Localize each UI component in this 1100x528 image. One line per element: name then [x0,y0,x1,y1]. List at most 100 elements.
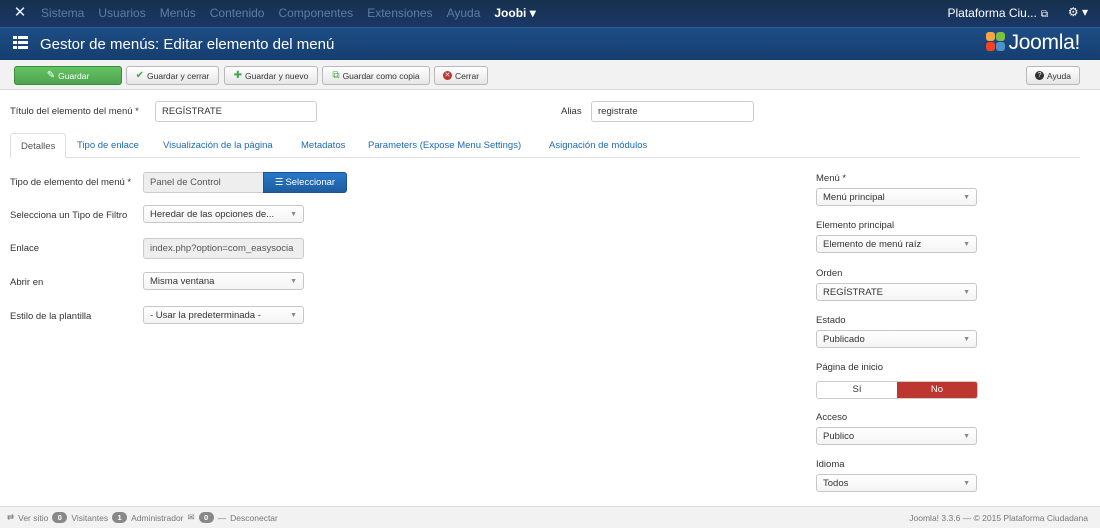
joomla-x-icon[interactable]: ✕ [12,5,28,21]
open-in-select[interactable]: Misma ventana ▼ [143,272,304,290]
title-input[interactable]: REGÍSTRATE [155,101,317,122]
chevron-down-icon: ▼ [290,312,297,319]
chevron-down-icon: ▼ [963,433,970,440]
minus-icon: — [217,512,227,523]
menu-item-componentes[interactable]: Componentes [278,6,353,20]
order-label: Orden [816,268,843,279]
menu-item-usuarios[interactable]: Usuarios [98,6,145,20]
list-icon [13,36,28,50]
page-header: Gestor de menús: Editar elemento del men… [0,27,1100,60]
language-select[interactable]: Todos ▼ [816,474,977,492]
link-field: index.php?option=com_easysocia [143,238,304,259]
user-settings-menu[interactable]: ⚙ ▾ [1068,5,1088,19]
close-label: Cerrar [454,70,480,81]
joomla-logo: Joomla! [985,31,1081,55]
save-button[interactable]: ✎ Guardar [14,66,122,85]
home-page-toggle: Sí No [816,381,978,399]
save-close-button[interactable]: ✔ Guardar y cerrar [126,66,219,85]
external-link-icon: ⧉ [1040,9,1048,20]
visitors-count-badge: 0 [52,512,68,523]
title-label: Título del elemento del menú * [10,106,139,117]
status-bar: ⇄ Ver sitio 0 Visitantes 1 Administrador… [0,506,1100,528]
chevron-down-icon: ▼ [963,336,970,343]
menu-item-sistema[interactable]: Sistema [41,6,84,20]
menu-item-joobi[interactable]: Joobi ▾ [494,6,535,20]
template-style-select[interactable]: - Usar la predeterminada - ▼ [143,306,304,324]
save-new-label: Guardar y nuevo [245,70,309,81]
check-icon: ✔ [135,70,145,81]
menu-item-type-label: Tipo de elemento del menú * [10,177,132,188]
link-label: Enlace [10,243,40,254]
home-yes-option[interactable]: Sí [817,382,897,398]
help-button[interactable]: ? Ayuda [1026,66,1080,85]
select-type-button[interactable]: ☰ Seleccionar [263,172,347,193]
home-page-label: Página de inicio [816,362,884,373]
view-site-link[interactable]: Ver sitio [18,513,48,523]
select-type-label: Seleccionar [285,177,336,188]
tab-asignacion-modulos[interactable]: Asignación de módulos [549,133,647,158]
tab-metadatos[interactable]: Metadatos [301,133,345,158]
save-close-label: Guardar y cerrar [147,70,210,81]
menu-select[interactable]: Menú principal ▼ [816,188,977,206]
top-navbar: ✕ Sistema Usuarios Menús Contenido Compo… [0,0,1100,27]
access-select[interactable]: Publico ▼ [816,427,977,445]
plus-icon: ✚ [233,70,243,81]
save-copy-button[interactable]: ⧉ Guardar como copia [322,66,430,85]
menu-item-menus[interactable]: Menús [160,6,196,20]
site-link[interactable]: Plataforma Ciu... ⧉ [947,6,1048,20]
state-select[interactable]: Publicado ▼ [816,330,977,348]
alias-input[interactable]: registrate [591,101,754,122]
admin-menu: Sistema Usuarios Menús Contenido Compone… [41,6,550,20]
tab-parameters[interactable]: Parameters (Expose Menu Settings) [368,133,521,158]
open-in-label: Abrir en [10,277,44,288]
copy-icon: ⧉ [332,70,340,81]
admin-label: Administrador [131,512,184,523]
joomla-flower-icon [985,32,1006,52]
menu-item-extensiones[interactable]: Extensiones [367,6,432,20]
language-label: Idioma [816,459,845,470]
menu-item-type-field: Panel de Control [143,172,265,193]
edit-icon: ✎ [46,70,56,81]
template-style-value: - Usar la predeterminada - [150,310,261,321]
edit-tabs: Detalles Tipo de enlace Visualización de… [10,133,1080,158]
access-value: Publico [823,431,855,442]
parent-item-label: Elemento principal [816,220,895,231]
tab-tipo-enlace[interactable]: Tipo de enlace [77,133,139,158]
question-icon: ? [1035,71,1045,80]
order-value: REGÍSTRATE [823,287,883,298]
chevron-down-icon: ▼ [290,278,297,285]
envelope-icon: ✉ [187,512,195,522]
state-value: Publicado [823,334,865,345]
external-link-icon: ⇄ [7,512,15,522]
site-name: Plataforma Ciu... [947,6,1037,20]
parent-item-value: Elemento de menú raíz [823,239,922,250]
template-style-label: Estilo de la plantilla [10,311,92,322]
list-icon: ☰ [274,177,284,188]
access-label: Acceso [816,412,848,423]
menu-item-ayuda[interactable]: Ayuda [447,6,481,20]
tab-visualizacion[interactable]: Visualización de la página [163,133,273,158]
alias-label: Alias [561,106,582,117]
filter-type-select[interactable]: Heredar de las opciones de... ▼ [143,205,304,223]
save-new-button[interactable]: ✚ Guardar y nuevo [224,66,318,85]
messages-count-badge[interactable]: 0 [198,512,214,523]
admin-count-badge: 1 [112,512,128,523]
chevron-down-icon: ▼ [290,211,297,218]
menu-label: Menú * [816,173,847,184]
home-no-option[interactable]: No [897,382,977,398]
order-select[interactable]: REGÍSTRATE ▼ [816,283,977,301]
visitors-label: Visitantes [71,512,109,523]
close-icon: ✕ [442,71,452,80]
chevron-down-icon: ▼ [963,289,970,296]
close-button[interactable]: ✕ Cerrar [434,66,488,85]
version-text: Joomla! 3.3.6 — © 2015 Plataforma Ciudad… [909,513,1088,523]
open-in-value: Misma ventana [150,276,215,287]
help-label: Ayuda [1047,70,1071,81]
parent-item-select[interactable]: Elemento de menú raíz ▼ [816,235,977,253]
logout-link[interactable]: Desconectar [230,513,278,523]
tab-detalles[interactable]: Detalles [10,133,67,158]
joomla-logo-text: Joomla! [1008,31,1081,54]
toolbar: ✎ Guardar ✔ Guardar y cerrar ✚ Guardar y… [0,60,1100,90]
chevron-down-icon: ▼ [963,480,970,487]
menu-item-contenido[interactable]: Contenido [210,6,265,20]
